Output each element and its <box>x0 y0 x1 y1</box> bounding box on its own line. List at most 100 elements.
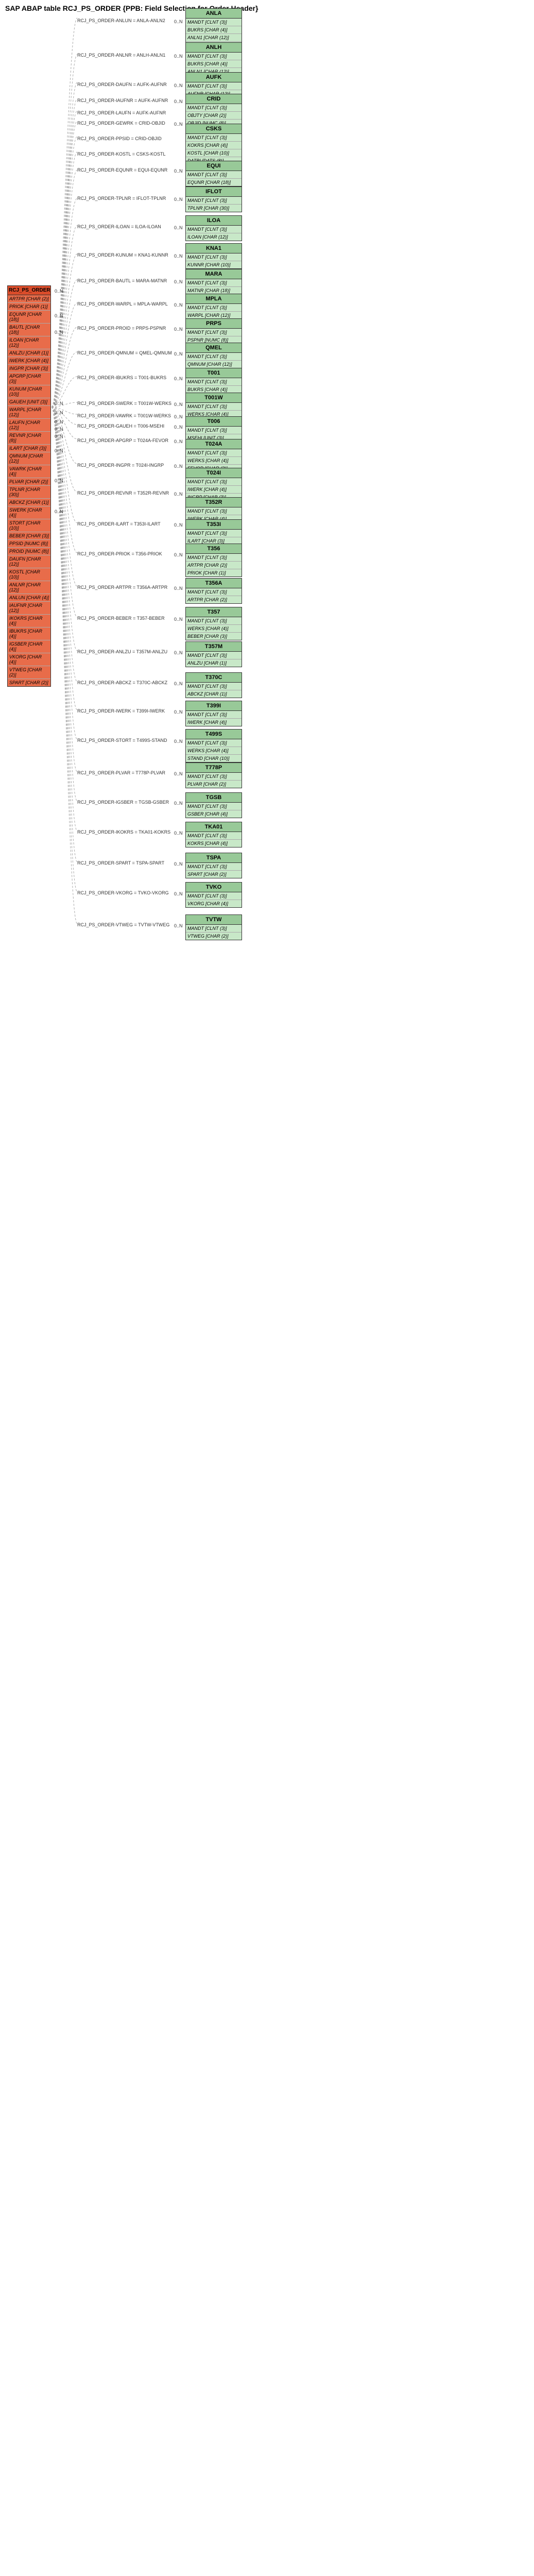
left-cardinality: 0..N <box>55 410 63 415</box>
relation-label: RCJ_PS_ORDER-IKOKRS = TKA01-KOKRS <box>77 829 170 835</box>
main-table-field: KUNUM [CHAR (10)] <box>8 385 50 398</box>
target-table: CSKSMANDT [CLNT (3)]KOKRS [CHAR (4)]KOST… <box>185 124 242 165</box>
target-table: TKA01MANDT [CLNT (3)]KOKRS [CHAR (4)] <box>185 822 242 848</box>
target-table-field: MANDT [CLNT (3)] <box>186 617 242 625</box>
relation-cardinality: 0..N <box>174 709 183 715</box>
target-table-field: MANDT [CLNT (3)] <box>186 253 242 261</box>
left-cardinality: 0..N <box>55 434 63 439</box>
target-table-field: MANDT [CLNT (3)] <box>186 329 242 336</box>
target-table: T001WMANDT [CLNT (3)]WERKS [CHAR (4)] <box>185 393 242 418</box>
main-table-field: BEBER [CHAR (3)] <box>8 532 50 540</box>
main-table-field: IGSBER [CHAR (4)] <box>8 640 50 653</box>
target-table-field: MANDT [CLNT (3)] <box>186 197 242 205</box>
target-table-field: TPLNR [CHAR (30)] <box>186 205 242 212</box>
target-table-header: T357 <box>186 607 242 617</box>
target-table-header: ANLA <box>186 9 242 19</box>
target-table-header: EQUI <box>186 161 242 171</box>
target-table-field: GSBER [CHAR (4)] <box>186 810 242 818</box>
target-table-field: EQUNR [CHAR (18)] <box>186 179 242 186</box>
target-table: KNA1MANDT [CLNT (3)]KUNNR [CHAR (10)] <box>185 243 242 269</box>
connector-lines <box>0 0 534 2576</box>
target-table-field: MANDT [CLNT (3)] <box>186 53 242 60</box>
target-table-header: T356 <box>186 544 242 554</box>
main-table-field: INGPR [CHAR (3)] <box>8 365 50 372</box>
target-table: T357MMANDT [CLNT (3)]ANLZU [CHAR (1)] <box>185 641 242 667</box>
target-table: T399IMANDT [CLNT (3)]IWERK [CHAR (4)] <box>185 701 242 726</box>
target-table-header: QMEL <box>186 343 242 353</box>
target-table: TVTWMANDT [CLNT (3)]VTWEG [CHAR (2)] <box>185 914 242 940</box>
relation-cardinality: 0..N <box>174 831 183 836</box>
target-table: MARAMANDT [CLNT (3)]MATNR [CHAR (18)] <box>185 269 242 295</box>
target-table-field: PLVAR [CHAR (2)] <box>186 781 242 788</box>
left-cardinality: 0..N <box>55 313 63 318</box>
target-table-header: T006 <box>186 417 242 427</box>
relation-cardinality: 0..N <box>174 54 183 59</box>
target-table-field: WERKS [CHAR (4)] <box>186 625 242 633</box>
target-table-field: MANDT [CLNT (3)] <box>186 863 242 871</box>
relation-label: RCJ_PS_ORDER-SPART = TSPA-SPART <box>77 860 164 866</box>
relation-cardinality: 0..N <box>174 801 183 806</box>
target-table-field: MANDT [CLNT (3)] <box>186 19 242 26</box>
left-cardinality: 0..N <box>55 289 63 294</box>
relation-label: RCJ_PS_ORDER-ANLZU = T357M-ANLZU <box>77 649 167 654</box>
main-table-field: ILART [CHAR (3)] <box>8 445 50 452</box>
target-table-header: T356A <box>186 579 242 588</box>
target-table-header: PRPS <box>186 319 242 329</box>
relation-cardinality: 0..N <box>174 425 183 430</box>
relation-cardinality: 0..N <box>174 402 183 407</box>
relation-label: RCJ_PS_ORDER-EQUNR = EQUI-EQUNR <box>77 167 167 173</box>
relation-cardinality: 0..N <box>174 891 183 896</box>
target-table-field: ANLN1 [CHAR (12)] <box>186 34 242 42</box>
target-table-header: AUFK <box>186 73 242 82</box>
relation-label: RCJ_PS_ORDER-PRIOK = T356-PRIOK <box>77 551 162 556</box>
target-table: T357MANDT [CLNT (3)]WERKS [CHAR (4)]BEBE… <box>185 607 242 640</box>
target-table: TSPAMANDT [CLNT (3)]SPART [CHAR (2)] <box>185 853 242 878</box>
target-table-field: MANDT [CLNT (3)] <box>186 588 242 596</box>
relation-label: RCJ_PS_ORDER-SWERK = T001W-WERKS <box>77 401 171 406</box>
target-table: TGSBMANDT [CLNT (3)]GSBER [CHAR (4)] <box>185 792 242 818</box>
main-table-field: IBUKRS [CHAR (4)] <box>8 628 50 640</box>
target-table-field: WARPL [CHAR (12)] <box>186 312 242 319</box>
main-table-field: PLVAR [CHAR (2)] <box>8 478 50 486</box>
relation-cardinality: 0..N <box>174 464 183 469</box>
target-table-header: T001W <box>186 393 242 403</box>
target-table: ANLHMANDT [CLNT (3)]BUKRS [CHAR (4)]ANLN… <box>185 42 242 76</box>
main-table-field: GAUEH [UNIT (3)] <box>8 398 50 406</box>
main-table-field: TPLNR [CHAR (30)] <box>8 486 50 499</box>
relation-label: RCJ_PS_ORDER-ABCKZ = T370C-ABCKZ <box>77 680 167 685</box>
target-table-field: ARTPR [CHAR (2)] <box>186 562 242 569</box>
target-table-header: TVTW <box>186 915 242 925</box>
relation-cardinality: 0..N <box>174 552 183 557</box>
left-cardinality: 0..N <box>55 427 63 432</box>
left-cardinality: 0..N <box>55 509 63 514</box>
relation-cardinality: 0..N <box>174 586 183 591</box>
relation-label: RCJ_PS_ORDER-IWERK = T399I-IWERK <box>77 708 165 714</box>
target-table-header: TKA01 <box>186 822 242 832</box>
target-table-field: MANDT [CLNT (3)] <box>186 403 242 411</box>
main-table-field: DAUFN [CHAR (12)] <box>8 555 50 568</box>
target-table-field: KOKRS [CHAR (4)] <box>186 142 242 149</box>
relation-label: RCJ_PS_ORDER-PLVAR = T778P-PLVAR <box>77 770 165 775</box>
main-table-field: ANLUN [CHAR (4)] <box>8 594 50 602</box>
target-table-field: MANDT [CLNT (3)] <box>186 711 242 719</box>
relation-label: RCJ_PS_ORDER-APGRP = T024A-FEVOR <box>77 438 168 443</box>
target-table-field: KOKRS [CHAR (4)] <box>186 840 242 847</box>
target-table-field: MANDT [CLNT (3)] <box>186 104 242 112</box>
target-table-field: BUKRS [CHAR (4)] <box>186 26 242 34</box>
main-table-field: ARTPR [CHAR (2)] <box>8 295 50 303</box>
relation-label: RCJ_PS_ORDER-IGSBER = TGSB-GSBER <box>77 800 169 805</box>
target-table-header: T399I <box>186 701 242 711</box>
relation-cardinality: 0..N <box>174 861 183 867</box>
target-table-field: QMNUM [CHAR (12)] <box>186 361 242 368</box>
target-table-field: MANDT [CLNT (3)] <box>186 353 242 361</box>
target-table-field: ARTPR [CHAR (2)] <box>186 596 242 603</box>
target-table-field: SPART [CHAR (2)] <box>186 871 242 878</box>
relation-cardinality: 0..N <box>174 302 183 308</box>
main-table-field: QMNUM [CHAR (12)] <box>8 452 50 465</box>
target-table-field: STAND [CHAR (10)] <box>186 755 242 762</box>
target-table-header: T352R <box>186 498 242 507</box>
page-title: SAP ABAP table RCJ_PS_ORDER {PPB: Field … <box>0 0 534 16</box>
relation-label: RCJ_PS_ORDER-QMNUM = QMEL-QMNUM <box>77 350 172 355</box>
target-table-field: MANDT [CLNT (3)] <box>186 530 242 537</box>
relation-label: RCJ_PS_ORDER-VAWRK = T001W-WERKS <box>77 413 171 418</box>
